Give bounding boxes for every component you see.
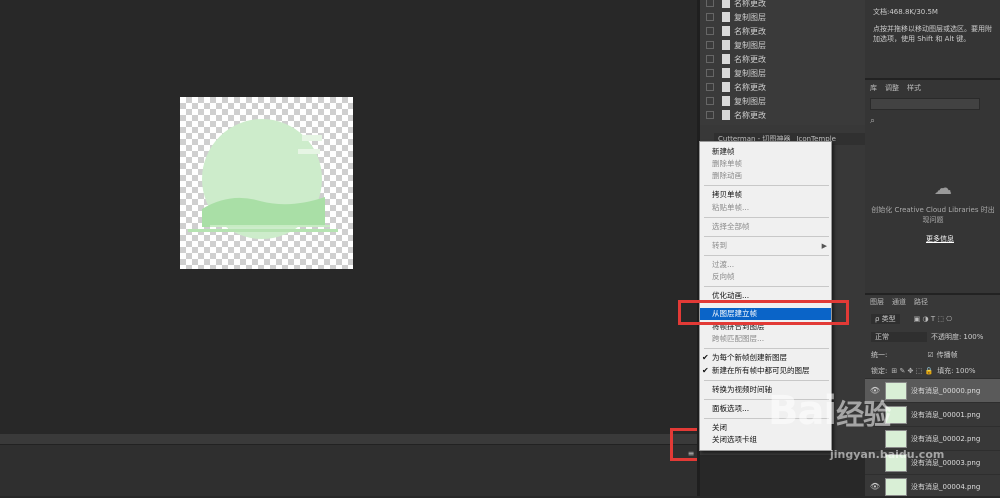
fill-value[interactable]: 100% xyxy=(956,367,976,375)
tab-libraries[interactable]: 库 xyxy=(870,83,877,93)
menu-separator xyxy=(704,236,829,237)
libraries-tabs: 库 调整 样式 xyxy=(865,81,921,95)
document-icon xyxy=(722,68,730,78)
history-item[interactable]: 复制图层 xyxy=(700,94,865,108)
menu-item-close-tab-group[interactable]: 关闭选项卡组 xyxy=(700,434,831,446)
baidu-watermark: Bai经验 xyxy=(768,388,891,434)
propagate-checkbox[interactable]: ☑ xyxy=(927,351,933,359)
document-icon xyxy=(722,12,730,22)
eye-icon[interactable]: 👁 xyxy=(865,482,885,491)
propagate-label: 传播帧 xyxy=(936,351,958,359)
tab-layers[interactable]: 图层 xyxy=(870,297,884,307)
menu-item-go-to[interactable]: 转到 ▶ xyxy=(700,240,831,252)
history-panel: 名称更改 复制图层 名称更改 复制图层 名称更改 复制图层 名称更改 复制图层 … xyxy=(700,0,865,125)
more-info-link[interactable]: 更多信息 xyxy=(900,234,980,244)
layer-filter-select[interactable]: ρ 类型 xyxy=(871,314,900,324)
history-item[interactable]: 复制图层 xyxy=(700,38,865,52)
menu-item-new-frame[interactable]: 新建帧 xyxy=(700,146,831,158)
status-bar xyxy=(0,434,697,444)
layer-thumbnail xyxy=(885,477,907,496)
history-item[interactable]: 名称更改 xyxy=(700,80,865,94)
tab-adjustments[interactable]: 调整 xyxy=(885,83,899,93)
tab-channels[interactable]: 通道 xyxy=(892,297,906,307)
lock-icons[interactable]: ⊞ ✎ ✥ ⬚ 🔒 xyxy=(891,367,933,375)
menu-item-delete-animation[interactable]: 删除动画 xyxy=(700,170,831,182)
menu-separator xyxy=(704,255,829,256)
layers-tabs: 图层 通道 路径 xyxy=(865,297,928,307)
unify-row: 统一: ☑ 传播帧 xyxy=(865,350,1000,360)
menu-separator xyxy=(704,185,829,186)
libraries-error-message: 创始化 Creative Cloud Libraries 时出现问题 xyxy=(871,206,995,224)
annotation-box-make-frames xyxy=(678,300,849,325)
opacity-value[interactable]: 100% xyxy=(963,333,983,341)
menu-separator xyxy=(704,217,829,218)
opacity-label: 不透明度: xyxy=(931,333,962,341)
lock-row: 锁定: ⊞ ✎ ✥ ⬚ 🔒 填充: 100% xyxy=(865,366,1000,376)
canvas-artwork xyxy=(188,119,338,239)
document-icon xyxy=(722,96,730,106)
menu-separator xyxy=(704,348,829,349)
layer-filter-row: ρ 类型 ▣ ◑ T ⬚ ⎔ xyxy=(865,314,1000,324)
document-size: 文档:468.8K/30.5M xyxy=(873,8,938,16)
menu-item-select-all-frames[interactable]: 选择全部帧 xyxy=(700,221,831,233)
checkmark-icon: ✔ xyxy=(702,353,709,362)
history-item[interactable]: 复制图层 xyxy=(700,10,865,24)
submenu-arrow-icon: ▶ xyxy=(821,242,827,250)
history-item[interactable]: 名称更改 xyxy=(700,108,865,122)
history-item[interactable]: 名称更改 xyxy=(700,0,865,10)
menu-item-match-layer[interactable]: 跨帧匹配图层... xyxy=(700,333,831,345)
menu-item-copy-frame[interactable]: 拷贝单帧 xyxy=(700,189,831,201)
tool-hint: 点按并拖移以移动图层或选区。要用附加选项，使用 Shift 和 Alt 键。 xyxy=(873,25,992,43)
blend-row: 正常 不透明度: 100% xyxy=(865,332,1000,342)
history-item[interactable]: 复制图层 xyxy=(700,66,865,80)
blend-mode-select[interactable]: 正常 xyxy=(871,332,927,342)
tab-paths[interactable]: 路径 xyxy=(914,297,928,307)
lock-label: 锁定: xyxy=(871,367,888,375)
document-icon xyxy=(722,54,730,64)
timeline-panel xyxy=(0,444,697,496)
menu-item-paste-frame[interactable]: 粘贴单帧... xyxy=(700,202,831,214)
menu-separator xyxy=(704,380,829,381)
document-icon xyxy=(722,26,730,36)
search-icon[interactable]: ⌕ xyxy=(870,116,875,126)
document-icon xyxy=(722,0,730,8)
checkmark-icon: ✔ xyxy=(702,366,709,375)
fill-label: 填充: xyxy=(937,367,954,375)
history-item[interactable]: 名称更改 xyxy=(700,52,865,66)
document-icon xyxy=(722,110,730,120)
document-icon xyxy=(722,40,730,50)
history-item[interactable]: 名称更改 xyxy=(700,24,865,38)
document-icon xyxy=(722,82,730,92)
library-select[interactable] xyxy=(870,98,980,110)
document-canvas[interactable] xyxy=(180,97,353,269)
menu-item-reverse-frames[interactable]: 反向帧 xyxy=(700,271,831,283)
menu-item-new-layers-visible[interactable]: ✔ 新建在所有帧中都可见的图层 xyxy=(700,365,831,377)
creative-cloud-error-icon: ☁ xyxy=(934,177,952,199)
baidu-watermark-url: jingyan.baidu.com xyxy=(830,448,945,461)
layer-row[interactable]: 👁 没有消息_00004.png xyxy=(865,474,1000,498)
menu-item-tween[interactable]: 过渡... xyxy=(700,259,831,271)
tab-styles[interactable]: 样式 xyxy=(907,83,921,93)
unify-label: 统一: xyxy=(871,351,888,359)
annotation-box-menu-button xyxy=(670,428,700,461)
layer-filter-icons[interactable]: ▣ ◑ T ⬚ ⎔ xyxy=(914,315,953,323)
menu-separator xyxy=(704,286,829,287)
menu-item-new-layer-each-frame[interactable]: ✔ 为每个新帧创建新图层 xyxy=(700,352,831,364)
menu-item-delete-frame[interactable]: 删除单帧 xyxy=(700,158,831,170)
